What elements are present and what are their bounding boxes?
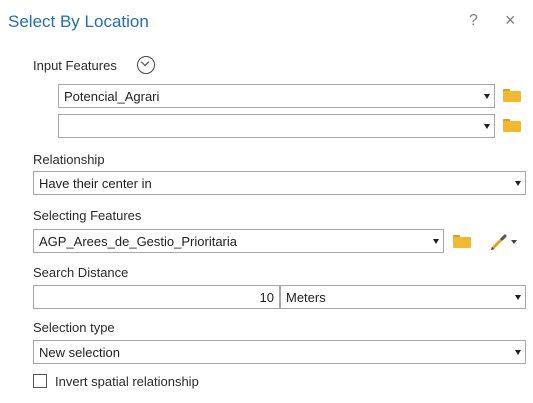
dropdown-arrow-icon [515,295,521,300]
search-distance-input[interactable]: 10 [33,285,280,309]
close-button[interactable]: × [505,10,516,31]
relationship-value: Have their center in [39,176,152,191]
input-features-value-1: Potencial_Agrari [64,89,160,104]
invert-checkbox[interactable] [33,374,47,388]
selection-type-value: New selection [39,345,120,360]
distance-unit-dropdown[interactable]: Meters [280,285,526,309]
chevron-down-icon[interactable] [511,240,517,244]
invert-label: Invert spatial relationship [55,374,199,389]
relationship-dropdown[interactable]: Have their center in [33,171,526,195]
browse-folder-icon[interactable] [503,119,521,132]
input-features-dropdown-2[interactable] [58,114,495,138]
dropdown-arrow-icon [515,350,521,355]
input-features-label: Input Features [33,58,117,73]
browse-folder-icon[interactable] [453,235,471,248]
selecting-features-value: AGP_Arees_de_Gestio_Prioritaria [39,234,237,249]
pencil-icon[interactable] [490,234,512,250]
input-features-dropdown-1[interactable]: Potencial_Agrari [58,84,495,108]
help-button[interactable]: ? [469,12,478,30]
dropdown-arrow-icon [515,181,521,186]
search-distance-label: Search Distance [33,265,129,280]
search-distance-value: 10 [259,290,274,305]
dropdown-arrow-icon [484,94,490,99]
browse-folder-icon[interactable] [503,89,521,102]
distance-unit-value: Meters [286,290,326,305]
dropdown-arrow-icon [433,239,439,244]
dropdown-arrow-icon [484,124,490,129]
relationship-label: Relationship [33,152,105,167]
expand-chevron-icon[interactable] [137,56,155,74]
title-bar: Select By Location ? × [0,0,533,46]
selecting-features-dropdown[interactable]: AGP_Arees_de_Gestio_Prioritaria [33,229,444,253]
selection-type-label: Selection type [33,320,115,335]
dialog-title: Select By Location [8,12,149,31]
selection-type-dropdown[interactable]: New selection [33,340,526,364]
selecting-features-label: Selecting Features [33,208,142,223]
